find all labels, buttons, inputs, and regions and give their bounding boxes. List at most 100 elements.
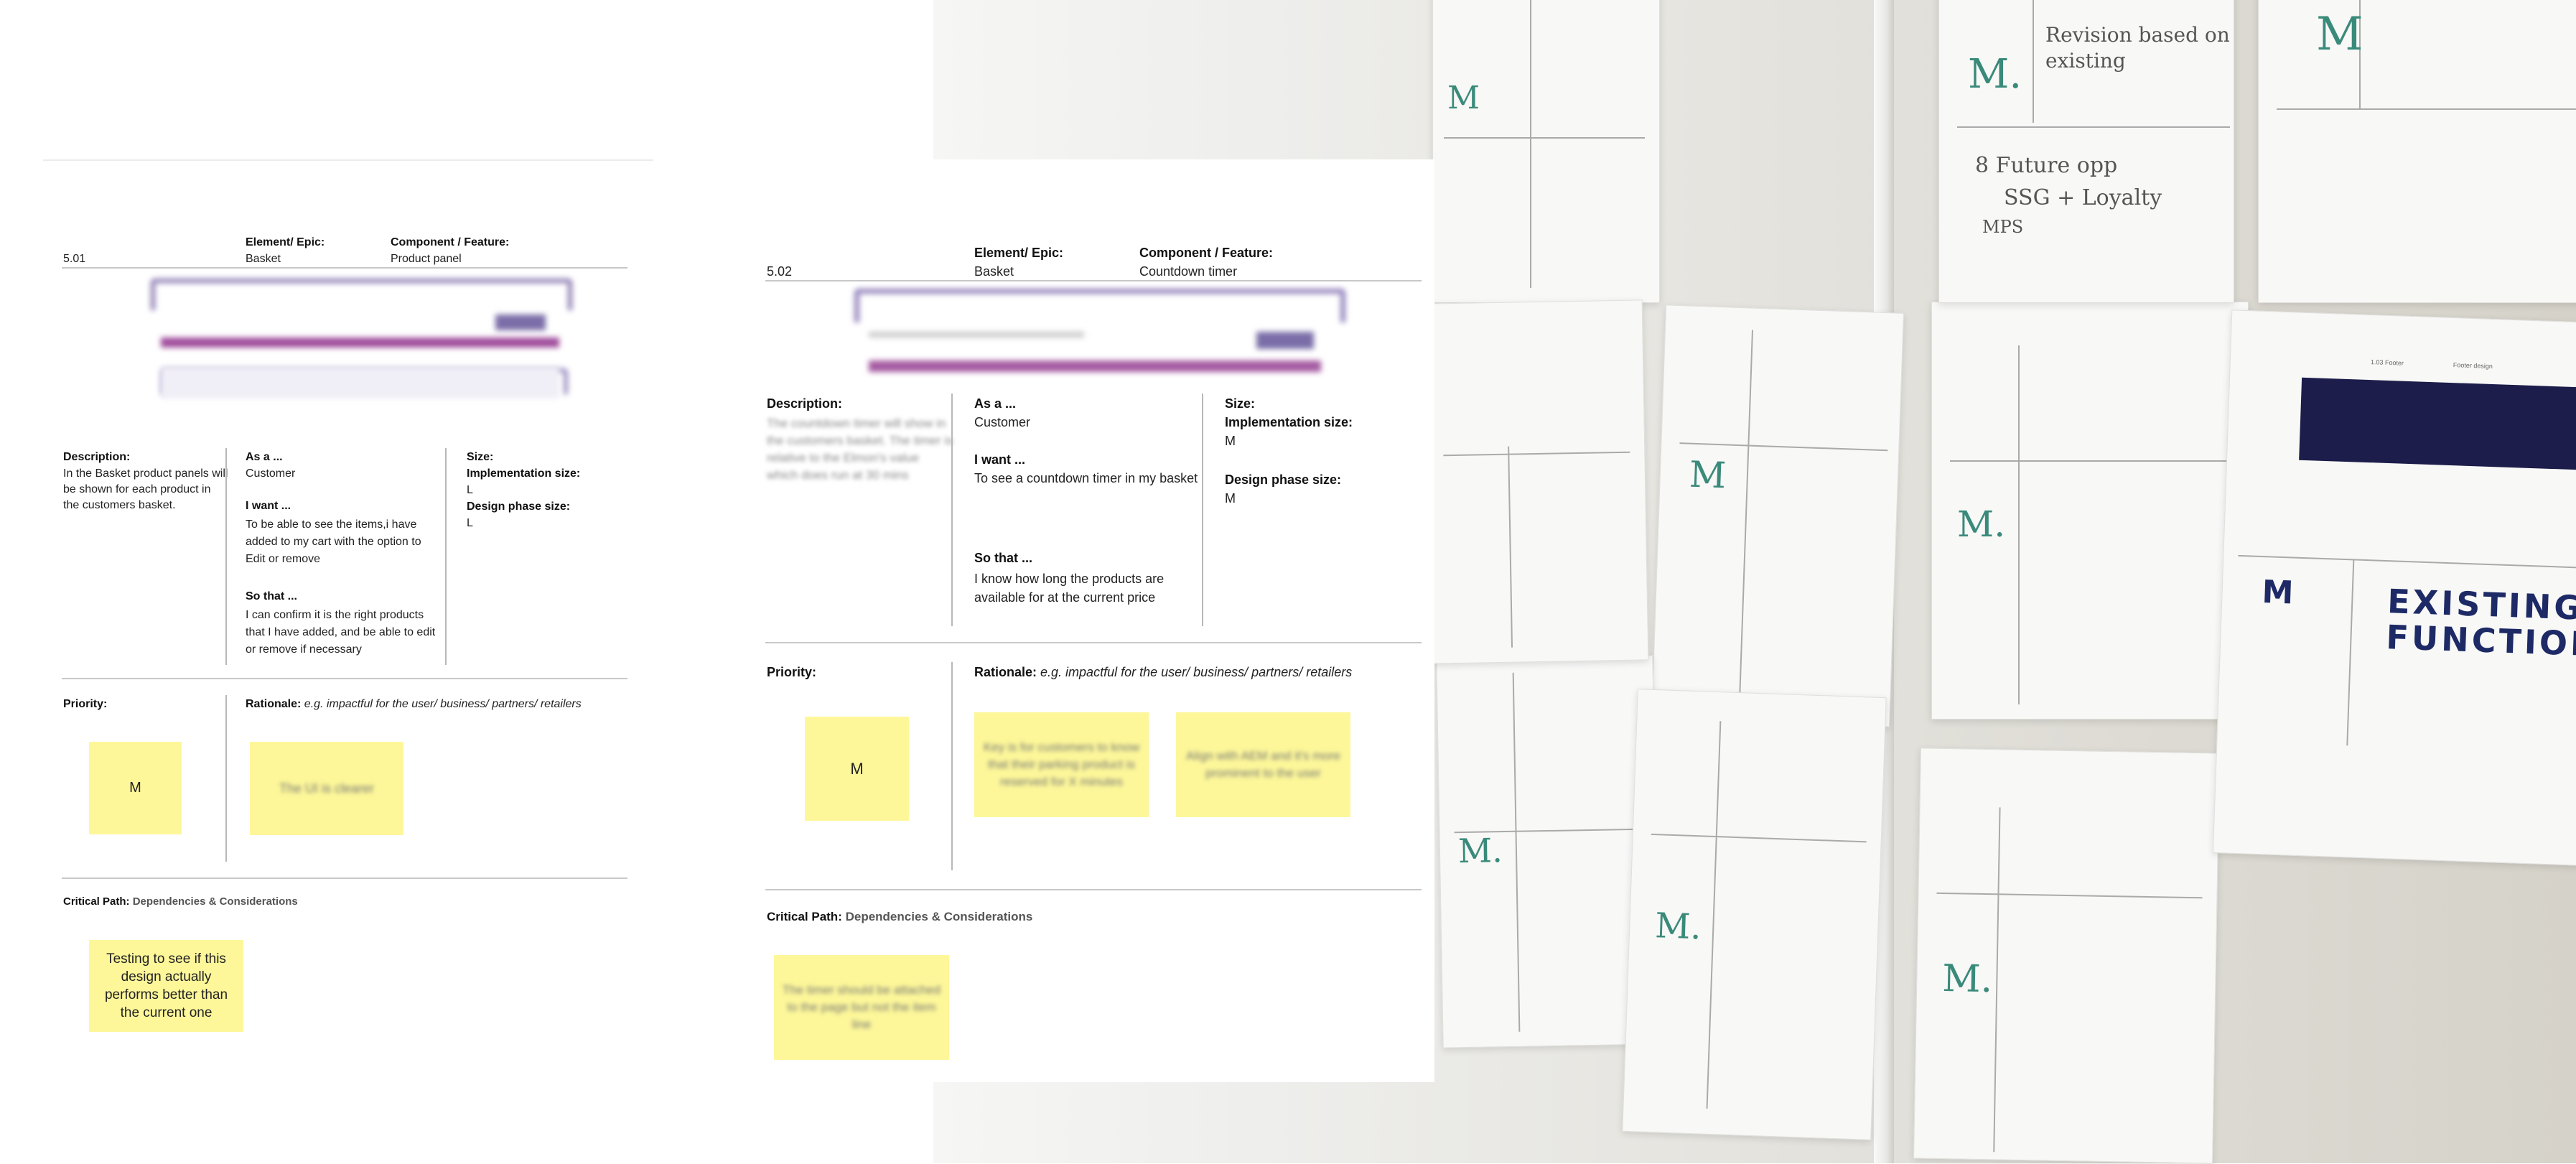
component-label: Component / Feature:	[391, 236, 510, 248]
rationale-note-text: Key is for customers to know that their …	[983, 740, 1140, 788]
handwriting-priority: M.	[1968, 51, 2022, 98]
as-a-value: Customer	[246, 467, 296, 480]
rationale-row: Rationale: e.g. impactful for the user/ …	[246, 698, 582, 711]
rationale-hint: e.g. impactful for the user/ business/ p…	[1040, 665, 1353, 679]
handwriting-rationale: Revision based on existing	[2045, 23, 2230, 73]
handwriting-priority: M.	[1457, 831, 1503, 871]
rationale-label: Rationale:	[974, 665, 1037, 679]
i-want-label: I want ...	[974, 452, 1026, 467]
wall-paper: M	[1651, 304, 1904, 727]
critical-path-sticky-note: Testing to see if this design actually p…	[89, 940, 243, 1032]
i-want-value: To see a countdown timer in my basket	[974, 471, 1198, 485]
description-text: The countdown timer will show in the cus…	[767, 416, 953, 482]
handwriting-priority: M	[2316, 8, 2363, 61]
design-value: L	[467, 517, 473, 529]
rationale-hint: e.g. impactful for the user/ business/ p…	[304, 698, 582, 710]
handwriting-priority: M.	[1654, 905, 1702, 948]
impl-label: Implementation size:	[1225, 415, 1353, 429]
handwriting-priority: M	[1447, 80, 1480, 116]
critical-path-row: Critical Path: Dependencies & Considerat…	[63, 895, 298, 908]
size-label: Size:	[467, 451, 494, 463]
description-text: In the Basket product panels will be sho…	[63, 467, 228, 511]
critical-path-hint: Dependencies & Considerations	[132, 895, 298, 908]
handwriting-priority: M	[1688, 453, 1727, 497]
wall-paper: 1.03 Footer Footer design M EXISTING FUN…	[2212, 309, 2576, 866]
priority-label: Priority:	[767, 665, 817, 679]
element-label: Element/ Epic:	[974, 246, 1064, 260]
priority-value: M	[850, 759, 864, 778]
footer-element-text: 1.03 Footer	[2370, 358, 2404, 367]
critical-path-note-text: Testing to see if this design actually p…	[104, 951, 228, 1020]
element-value: Basket	[246, 253, 281, 265]
impl-value: M	[1225, 434, 1236, 448]
component-label: Component / Feature:	[1139, 246, 1274, 260]
wall-paper: M.	[1622, 689, 1887, 1140]
as-a-value: Customer	[974, 415, 1031, 429]
countdown-panel-mockup	[854, 289, 1345, 386]
wall-paper: M.	[1436, 655, 1660, 1048]
priority-label: Priority:	[63, 698, 108, 710]
description-label: Description:	[767, 396, 843, 411]
critical-path-sticky-note: The timer should be attached to the page…	[774, 955, 949, 1060]
rationale-label: Rationale:	[246, 698, 302, 710]
component-value: Countdown timer	[1139, 264, 1238, 279]
element-value: Basket	[974, 264, 1014, 279]
so-that-value: I know how long the products are availab…	[974, 572, 1165, 605]
header-divider	[765, 280, 1422, 281]
critical-path-hint: Dependencies & Considerations	[845, 910, 1033, 923]
column-divider	[1202, 394, 1203, 626]
rationale-sticky-note-2: Align with AEM and it's more prominent t…	[1176, 712, 1350, 817]
section-divider	[62, 678, 627, 679]
critical-path-row: Critical Path: Dependencies & Considerat…	[767, 910, 1032, 924]
section-divider	[765, 889, 1422, 890]
rationale-row: Rationale: e.g. impactful for the user/ …	[974, 665, 1352, 680]
design-label: Design phase size:	[1225, 472, 1342, 487]
as-a-label: As a ...	[974, 396, 1017, 411]
story-id: 5.02	[767, 264, 793, 279]
handwriting-rationale: FUNCTIONAL	[2385, 618, 2576, 666]
column-divider	[225, 448, 227, 665]
impl-label: Implementation size:	[467, 467, 581, 480]
critical-path-label: Critical Path:	[767, 910, 842, 923]
so-that-value: I can confirm it is the right products t…	[246, 609, 436, 656]
size-label: Size:	[1225, 396, 1256, 411]
header-divider	[62, 267, 627, 269]
critical-path-note-text: The timer should be attached to the page…	[782, 983, 941, 1031]
handwriting-note: SSG + Loyalty	[2004, 185, 2162, 210]
wall-paper: M	[1432, 0, 1660, 303]
column-divider	[445, 448, 447, 665]
handwriting-priority: M.	[1957, 503, 2006, 545]
design-label: Design phase size:	[467, 500, 571, 513]
rationale-sticky-note-1: Key is for customers to know that their …	[974, 712, 1149, 817]
wall-paper: M.	[1913, 748, 2220, 1164]
product-panel-mockup-2	[161, 366, 559, 399]
design-value: M	[1225, 491, 1236, 506]
description-label: Description:	[63, 451, 131, 463]
so-that-label: So that ...	[974, 551, 1032, 565]
wall-paper: M.	[1931, 302, 2249, 720]
section-divider	[765, 642, 1422, 643]
rationale-note-text: Align with AEM and it's more prominent t…	[1186, 749, 1340, 780]
rationale-sticky-note: The UI is clearer	[250, 742, 403, 835]
so-that-label: So that ...	[246, 590, 297, 602]
footer-component-text: Footer design	[2453, 361, 2493, 371]
i-want-value: To be able to see the items,i have added…	[246, 518, 421, 565]
section-divider	[62, 877, 627, 879]
critical-path-label: Critical Path:	[63, 895, 130, 908]
handwriting-note: 8 Future opp	[1975, 153, 2118, 178]
priority-sticky-note: M	[89, 742, 182, 834]
i-want-label: I want ...	[246, 500, 291, 512]
story-id: 5.01	[63, 253, 86, 265]
handwriting-priority: M.	[1941, 956, 1993, 1002]
wall-paper	[1425, 299, 1649, 664]
story-card-5-02: 5.02 Element/ Epic: Basket Component / F…	[754, 159, 1434, 1082]
component-value: Product panel	[391, 253, 462, 265]
priority-sticky-note: M	[805, 717, 909, 821]
priority-value: M	[129, 780, 141, 796]
handwriting-priority: M	[2261, 574, 2297, 612]
column-divider	[951, 662, 953, 870]
column-divider	[225, 695, 227, 862]
rationale-note-text: The UI is clearer	[279, 781, 375, 796]
element-label: Element/ Epic:	[246, 236, 325, 248]
impl-value: L	[467, 484, 473, 496]
